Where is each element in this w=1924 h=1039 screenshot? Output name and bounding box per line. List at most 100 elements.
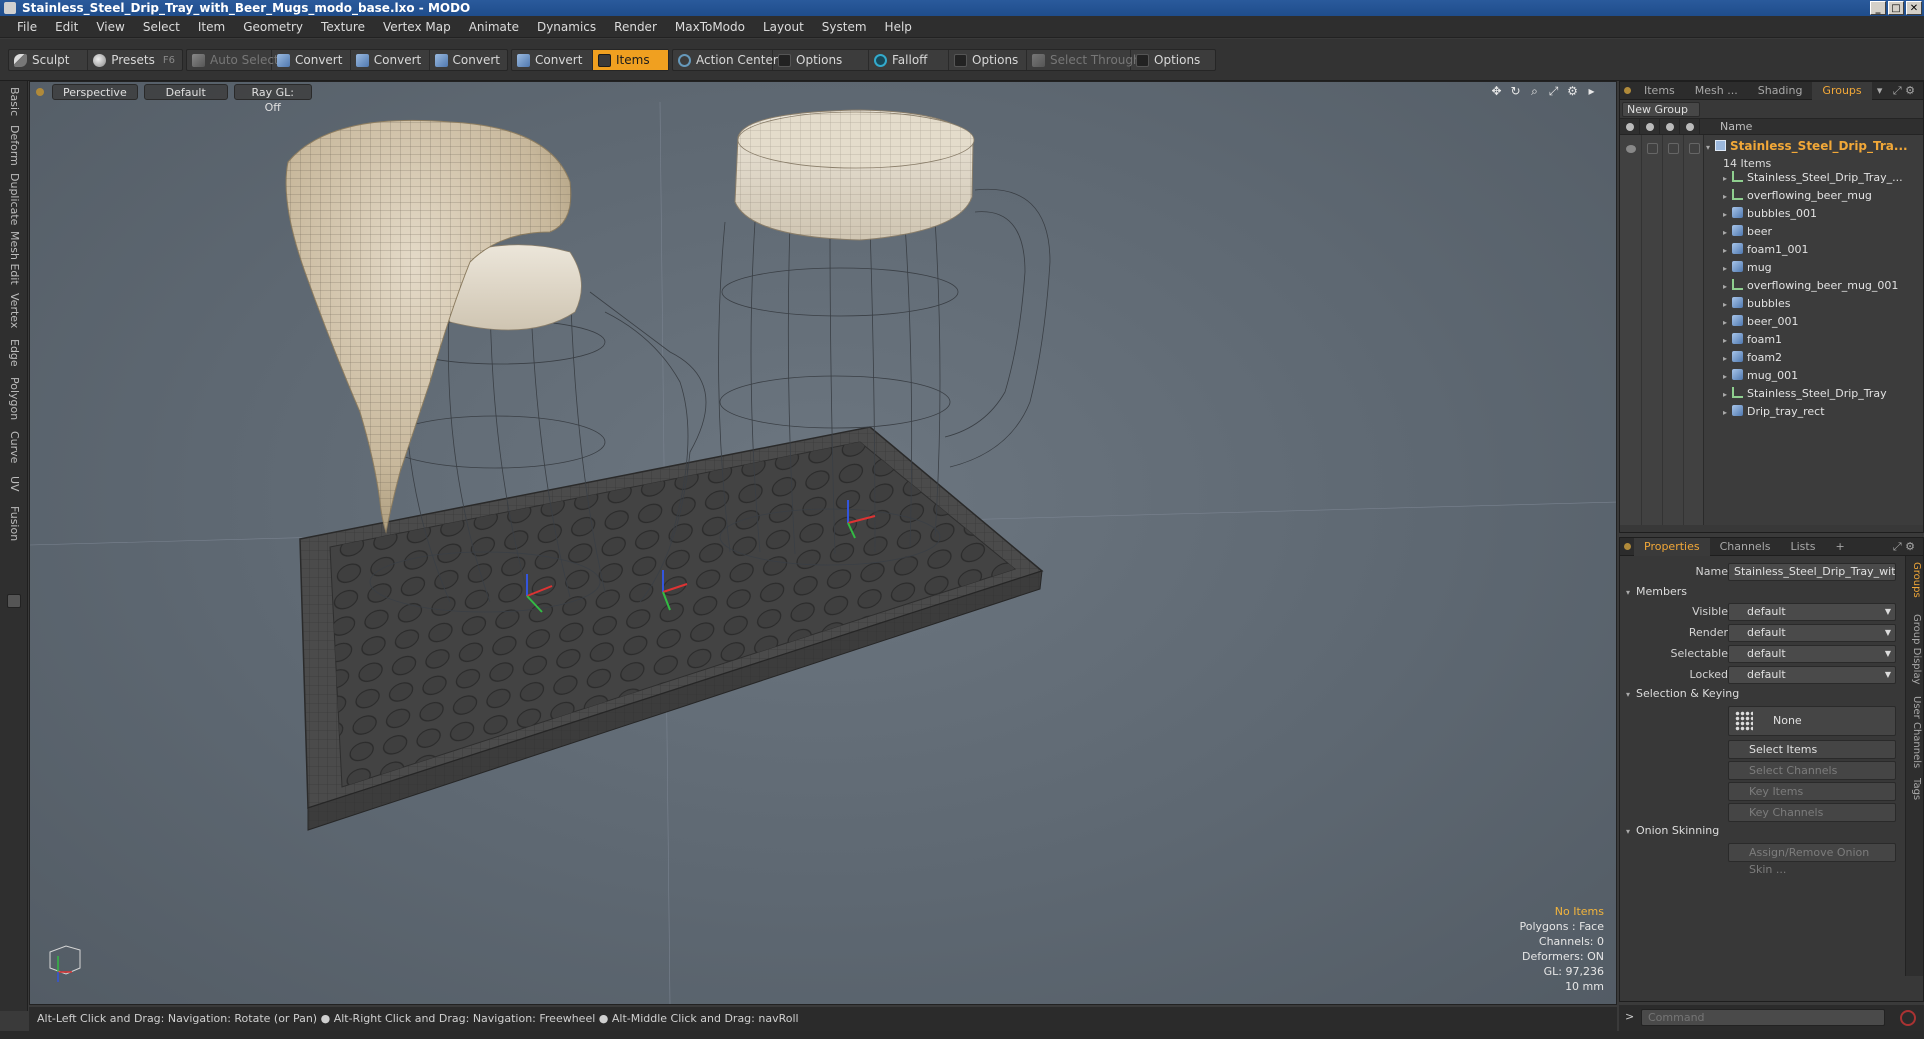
assign-remove-onion-skin-button[interactable]: Assign/Remove Onion Skin ...: [1728, 843, 1896, 876]
items-mode-button[interactable]: Items: [593, 50, 668, 70]
list-item[interactable]: ▸ foam1_001: [1723, 241, 1809, 259]
falloff-options-button[interactable]: Options: [949, 50, 1027, 70]
tab-mesh-edit[interactable]: Mesh Edit: [4, 231, 24, 285]
scene-render[interactable]: [30, 82, 1617, 1005]
falloff-button[interactable]: Falloff: [869, 50, 949, 70]
menu-render[interactable]: Render: [605, 16, 666, 38]
list-item[interactable]: ▸ mug_001: [1723, 367, 1798, 385]
zoom-icon[interactable]: ⌕: [1528, 85, 1541, 98]
new-group-button[interactable]: New Group: [1622, 101, 1700, 117]
onion-skinning-section-header[interactable]: ▾ Onion Skinning: [1626, 823, 1719, 840]
tab-lists[interactable]: Lists: [1781, 538, 1826, 556]
selection-keying-section-header[interactable]: ▾ Selection & Keying: [1626, 686, 1739, 703]
select-through-options-button[interactable]: Options: [1131, 50, 1207, 70]
menu-animate[interactable]: Animate: [460, 16, 528, 38]
tab-edge[interactable]: Edge: [4, 339, 24, 367]
lock-column-icon[interactable]: [1680, 118, 1700, 135]
select-items-button[interactable]: Select Items: [1728, 740, 1896, 759]
list-item[interactable]: ▸ beer: [1723, 223, 1772, 241]
list-item[interactable]: ▸ foam2: [1723, 349, 1782, 367]
viewport-menu-dot[interactable]: [36, 88, 44, 96]
auto-select-button[interactable]: Auto Select: [187, 50, 279, 70]
side-tab-groups[interactable]: Groups: [1908, 562, 1922, 598]
menu-help[interactable]: Help: [876, 16, 921, 38]
menu-maxtomodo[interactable]: MaxToModo: [666, 16, 754, 38]
tab-deform[interactable]: Deform: [4, 125, 24, 166]
sculpt-button[interactable]: Sculpt: [9, 50, 89, 70]
menu-vertex-map[interactable]: Vertex Map: [374, 16, 460, 38]
menu-file[interactable]: File: [8, 16, 46, 38]
menu-dynamics[interactable]: Dynamics: [528, 16, 605, 38]
select-toggle[interactable]: [1668, 143, 1679, 154]
visibility-column-icon[interactable]: [1620, 118, 1640, 135]
members-section-header[interactable]: ▾ Members: [1626, 584, 1687, 601]
rotate-icon[interactable]: ↻: [1509, 85, 1522, 98]
menu-edit[interactable]: Edit: [46, 16, 87, 38]
menu-select[interactable]: Select: [134, 16, 189, 38]
group-row[interactable]: ▾ Stainless_Steel_Drip_Tra... 14 Items: [1706, 137, 1908, 170]
tab-duplicate[interactable]: Duplicate: [4, 173, 24, 225]
action-center-button[interactable]: Action Center: [673, 50, 778, 70]
none-selection-button[interactable]: None: [1728, 706, 1896, 736]
panel-menu-dot[interactable]: [1624, 543, 1631, 550]
select-column-icon[interactable]: [1660, 118, 1680, 135]
group-name-field[interactable]: Stainless_Steel_Drip_Tray_with_: [1728, 563, 1896, 581]
add-tab-button[interactable]: +: [1825, 538, 1854, 556]
render-column-icon[interactable]: [1640, 118, 1660, 135]
minimize-button[interactable]: _: [1870, 1, 1886, 15]
tab-shading[interactable]: Shading: [1748, 82, 1813, 100]
select-through-button[interactable]: Select Through: [1027, 50, 1141, 70]
toolbox-toggle-button[interactable]: [7, 594, 21, 608]
3d-viewport[interactable]: Perspective Default Ray GL: Off ✥ ↻ ⌕ ⤢ …: [29, 81, 1617, 1005]
expand-arrow-icon[interactable]: ▾: [1706, 139, 1715, 157]
list-item[interactable]: ▸ Drip_tray_rect: [1723, 403, 1825, 421]
menu-geometry[interactable]: Geometry: [234, 16, 312, 38]
tab-basic[interactable]: Basic: [4, 87, 24, 116]
beer-foam-cap[interactable]: [734, 109, 975, 241]
tab-uv[interactable]: UV: [4, 476, 24, 492]
selectable-dropdown[interactable]: default ▼: [1728, 645, 1896, 663]
convert-edges-button[interactable]: Convert: [351, 50, 430, 70]
raygl-toggle[interactable]: Ray GL: Off: [233, 84, 312, 114]
locked-dropdown[interactable]: default ▼: [1728, 666, 1896, 684]
render-toggle[interactable]: [1647, 143, 1658, 154]
tab-curve[interactable]: Curve: [4, 431, 24, 463]
tab-channels[interactable]: Channels: [1710, 538, 1781, 556]
side-tab-group-display[interactable]: Group Display: [1908, 614, 1922, 684]
menu-item[interactable]: Item: [189, 16, 234, 38]
tab-polygon[interactable]: Polygon: [4, 377, 24, 420]
shading-mode-selector[interactable]: Default: [143, 84, 228, 100]
tab-vertex[interactable]: Vertex: [4, 293, 24, 328]
list-item[interactable]: ▸ bubbles: [1723, 295, 1790, 313]
tab-fusion[interactable]: Fusion: [4, 506, 24, 541]
record-macro-icon[interactable]: [1900, 1010, 1916, 1026]
key-items-button[interactable]: Key Items: [1728, 782, 1896, 801]
render-dropdown[interactable]: default ▼: [1728, 624, 1896, 642]
panel-options-icons[interactable]: ⤢ ⚙: [1893, 538, 1915, 556]
fit-icon[interactable]: ⤢: [1547, 85, 1560, 98]
tab-groups[interactable]: Groups: [1812, 81, 1872, 100]
settings-gear-icon[interactable]: ⚙: [1566, 85, 1579, 98]
select-channels-button[interactable]: Select Channels: [1728, 761, 1896, 780]
lock-toggle[interactable]: [1689, 143, 1700, 154]
list-item[interactable]: ▸ foam1: [1723, 331, 1782, 349]
convert-polygons-button[interactable]: Convert: [430, 50, 507, 70]
side-tab-tags[interactable]: Tags: [1908, 778, 1922, 800]
side-tab-user-channels[interactable]: User Channels: [1908, 696, 1922, 768]
visible-dropdown[interactable]: default ▼: [1728, 603, 1896, 621]
drip-tray-mesh[interactable]: [299, 426, 1044, 831]
list-item[interactable]: ▸ overflowing_beer_mug_001: [1723, 277, 1898, 295]
list-item[interactable]: ▸ Stainless_Steel_Drip_Tray: [1723, 385, 1887, 403]
list-item[interactable]: ▸ mug: [1723, 259, 1772, 277]
view-mode-selector[interactable]: Perspective: [52, 84, 138, 100]
panel-menu-dot[interactable]: [1624, 87, 1631, 94]
list-item[interactable]: ▸ overflowing_beer_mug: [1723, 187, 1872, 205]
menu-view[interactable]: View: [87, 16, 133, 38]
menu-texture[interactable]: Texture: [312, 16, 374, 38]
panel-options-icons[interactable]: ▾ ⤢ ⚙: [1877, 82, 1915, 100]
close-button[interactable]: ✕: [1906, 1, 1922, 15]
expand-arrow-icon[interactable]: ▸: [1585, 85, 1598, 98]
convert-items-button[interactable]: Convert: [512, 50, 593, 70]
command-input[interactable]: [1641, 1009, 1885, 1026]
presets-button[interactable]: Presets F6: [88, 50, 182, 70]
